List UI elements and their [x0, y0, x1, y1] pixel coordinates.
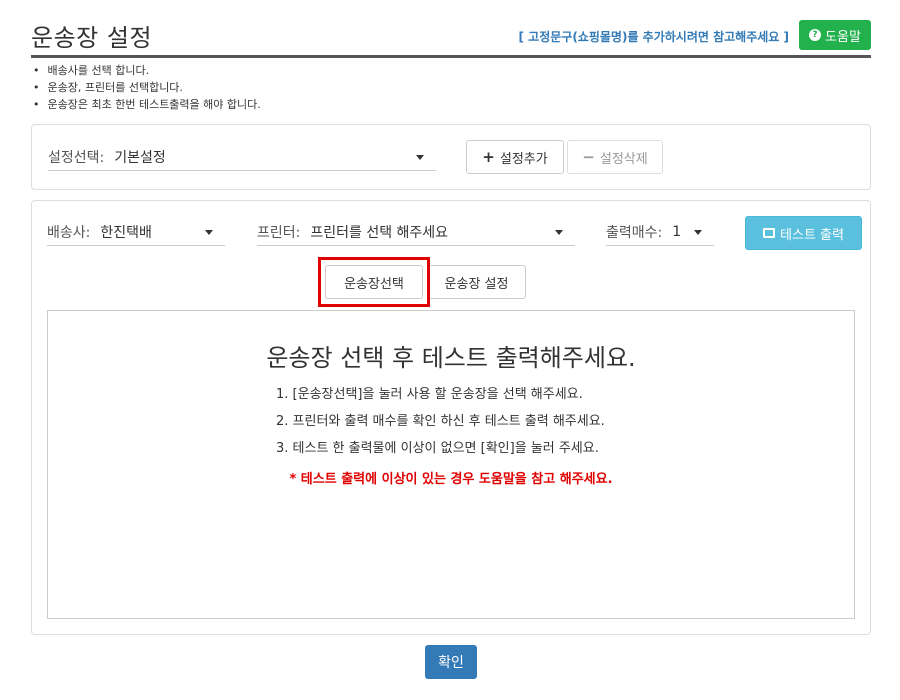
confirm-button[interactable]: 확인	[425, 645, 477, 679]
add-setting-button[interactable]: + 설정추가	[466, 140, 564, 174]
settings-select-label: 설정선택:	[48, 149, 105, 166]
step-list: 1. [운송장선택]을 눌러 사용 할 운송장을 선택 해주세요. 2. 프린터…	[276, 381, 605, 462]
highlight-box	[318, 257, 430, 307]
chevron-down-icon	[694, 230, 702, 235]
chevron-down-icon	[205, 230, 213, 235]
step-item: 1. [운송장선택]을 눌러 사용 할 운송장을 선택 해주세요.	[276, 387, 583, 402]
confirm-label: 확인	[438, 655, 464, 671]
fixed-text-guide-link[interactable]: [ 고정문구(쇼핑몰명)를 추가하시려면 참고해주세요 ]	[519, 28, 790, 45]
instruction-item: 운송장, 프린터를 선택합니다.	[33, 79, 261, 96]
help-button-label: 도움말	[825, 29, 861, 45]
printer-value: 프린터를 선택 해주세요	[310, 224, 449, 241]
add-setting-label: 설정추가	[499, 151, 548, 167]
carrier-select[interactable]: 배송사: 한진택배	[47, 218, 225, 246]
delete-setting-label: 설정삭제	[599, 151, 648, 167]
waybill-preview-area: 운송장 선택 후 테스트 출력해주세요. 1. [운송장선택]을 눌러 사용 할…	[47, 310, 855, 619]
settings-select-value: 기본설정	[114, 149, 166, 166]
copies-value: 1	[672, 223, 682, 240]
minus-icon: −	[582, 148, 595, 166]
printer-icon	[763, 228, 776, 238]
instruction-item: 배송사를 선택 합니다.	[33, 62, 261, 79]
carrier-label: 배송사:	[47, 224, 91, 241]
page-title: 운송장 설정	[31, 24, 153, 52]
question-circle-icon: ?	[809, 29, 822, 41]
copies-select[interactable]: 출력매수: 1	[606, 218, 714, 246]
chevron-down-icon	[416, 155, 424, 160]
carrier-value: 한진택배	[100, 224, 152, 241]
plus-icon: +	[482, 148, 495, 166]
preview-title: 운송장 선택 후 테스트 출력해주세요.	[266, 344, 636, 372]
page-header: 운송장 설정 [ 고정문구(쇼핑몰명)를 추가하시려면 참고해주세요 ] ? 도…	[31, 18, 871, 58]
help-button[interactable]: ? 도움말	[799, 20, 871, 50]
printer-select[interactable]: 프린터: 프린터를 선택 해주세요	[257, 218, 575, 246]
chevron-down-icon	[555, 230, 563, 235]
tab-waybill-setup-label: 운송장 설정	[444, 276, 509, 292]
delete-setting-button[interactable]: − 설정삭제	[567, 140, 663, 174]
settings-select[interactable]: 설정선택: 기본설정	[48, 143, 436, 171]
test-print-button[interactable]: 테스트 출력	[745, 216, 862, 250]
test-print-label: 테스트 출력	[780, 227, 844, 243]
copies-label: 출력매수:	[606, 224, 663, 241]
instruction-item: 운송장은 최초 한번 테스트출력을 해야 합니다.	[33, 96, 261, 113]
instruction-list: 배송사를 선택 합니다. 운송장, 프린터를 선택합니다. 운송장은 최초 한번…	[33, 62, 261, 113]
header-divider	[31, 55, 871, 58]
settings-panel: 설정선택: 기본설정 + 설정추가 − 설정삭제	[31, 124, 871, 190]
step-item: 2. 프린터와 출력 매수를 확인 하신 후 테스트 출력 해주세요.	[276, 414, 605, 429]
warning-text: * 테스트 출력에 이상이 있는 경우 도움말을 참고 해주세요.	[289, 472, 613, 487]
tab-waybill-setup[interactable]: 운송장 설정	[427, 265, 526, 299]
step-item: 3. 테스트 한 출력물에 이상이 없으면 [확인]을 눌러 주세요.	[276, 441, 599, 456]
printer-label: 프린터:	[257, 224, 301, 241]
